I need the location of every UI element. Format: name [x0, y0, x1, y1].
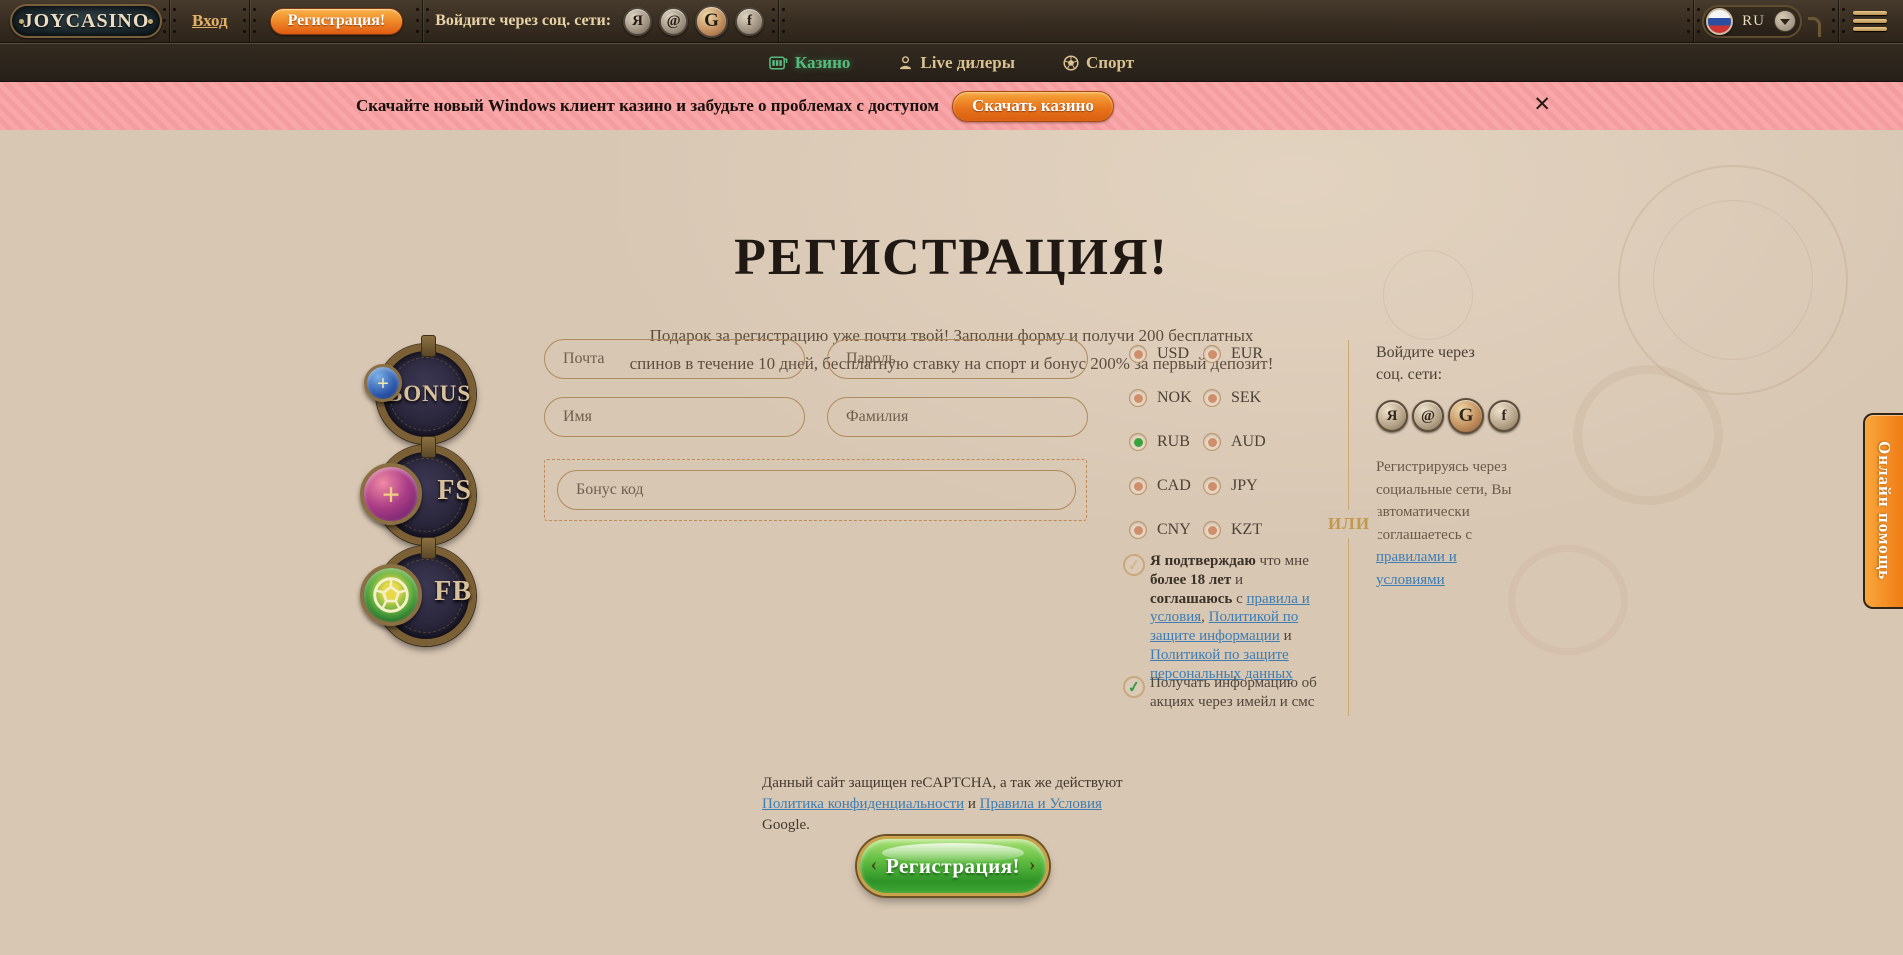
bonus-badges: BONUS + FS + FB	[368, 344, 498, 647]
language-selector[interactable]: RU	[1702, 5, 1802, 38]
soccer-ball-orb	[360, 564, 422, 626]
promo-info-text: Получать информацию об акциях через имей…	[1150, 674, 1318, 712]
mailru-icon[interactable]: @	[1412, 400, 1444, 432]
bonus-code-box	[544, 459, 1087, 521]
radio-jpy[interactable]	[1203, 477, 1221, 495]
privacy-policy-link[interactable]: Политика конфиденциальности	[762, 796, 964, 812]
main-nav: Казино Live дилеры Спорт	[0, 43, 1903, 82]
pipe-decoration	[1808, 17, 1821, 37]
social-login-panel: Войдите через соц. сети: Я @ G f Регистр…	[1376, 342, 1536, 591]
menu-icon[interactable]	[1853, 11, 1887, 31]
download-casino-button[interactable]: Скачать казино	[952, 91, 1114, 122]
register-button[interactable]: Регистрация!	[270, 8, 404, 35]
email-field[interactable]	[544, 339, 805, 379]
currency-option-cny[interactable]: CNY	[1129, 521, 1191, 539]
currency-option-sek[interactable]: SEK	[1203, 389, 1261, 407]
topbar-seam	[1686, 0, 1702, 42]
currency-option-nok[interactable]: NOK	[1129, 389, 1192, 407]
or-label: ИЛИ	[1320, 510, 1378, 538]
tab-live-dealers[interactable]: Live дилеры	[898, 53, 1015, 73]
google-icon[interactable]: G	[695, 5, 728, 38]
radio-nok[interactable]	[1129, 389, 1147, 407]
social-login-prompt: Войдите через соц. сети:	[435, 12, 611, 30]
radio-sek[interactable]	[1203, 389, 1221, 407]
currency-option-eur[interactable]: EUR	[1203, 345, 1263, 363]
tab-casino[interactable]: Казино	[769, 53, 851, 73]
right-arrow-decoration: ›	[1029, 854, 1035, 876]
topbar-seam	[1831, 0, 1847, 42]
left-arrow-decoration: ‹	[871, 854, 877, 876]
radio-cad[interactable]	[1129, 477, 1147, 495]
freebet-badge: FB	[368, 546, 482, 647]
topbar-seam	[771, 0, 787, 42]
dealer-icon	[898, 55, 913, 71]
last-name-field[interactable]	[827, 397, 1088, 437]
radio-usd[interactable]	[1129, 345, 1147, 363]
currency-option-usd[interactable]: USD	[1129, 345, 1189, 363]
bonus-orb-icon: +	[364, 364, 402, 402]
google-terms-link[interactable]: Правила и Условия	[980, 796, 1102, 812]
soccer-ball-icon	[371, 575, 411, 615]
currency-option-kzt[interactable]: KZT	[1203, 521, 1262, 539]
social-panel-note: Регистрируясь через социальные сети, Вы …	[1376, 456, 1526, 591]
online-help-tab[interactable]: Онлайн помощь	[1863, 413, 1903, 609]
slot-machine-icon	[769, 55, 788, 71]
login-link[interactable]: Вход	[192, 11, 228, 31]
top-bar: JOYCASINO Вход Регистрация! Войдите чере…	[0, 0, 1903, 43]
terms-link[interactable]: правилами и условиями	[1376, 549, 1457, 588]
currency-option-rub[interactable]: RUB	[1129, 433, 1190, 451]
close-icon[interactable]: ✕	[1533, 94, 1551, 115]
logo[interactable]: JOYCASINO	[10, 4, 162, 38]
currency-option-aud[interactable]: AUD	[1203, 433, 1266, 451]
topbar-seam	[415, 0, 431, 42]
page-title: РЕГИСТРАЦИЯ!	[0, 228, 1903, 287]
bonus-badge: BONUS +	[368, 344, 482, 445]
radio-aud[interactable]	[1203, 433, 1221, 451]
yandex-icon[interactable]: Я	[623, 7, 652, 36]
download-banner: Скачайте новый Windows клиент казино и з…	[0, 82, 1903, 130]
radio-cny[interactable]	[1129, 521, 1147, 539]
radio-rub-selected[interactable]	[1129, 433, 1147, 451]
facebook-icon[interactable]: f	[1488, 400, 1520, 432]
google-icon[interactable]: G	[1448, 398, 1484, 434]
facebook-icon[interactable]: f	[735, 7, 764, 36]
coffee-stain-decoration	[1573, 365, 1723, 505]
social-panel-title: Войдите через соц. сети:	[1376, 342, 1501, 385]
tab-sport[interactable]: Спорт	[1063, 53, 1134, 73]
submit-registration-button[interactable]: ‹ Регистрация! ›	[857, 836, 1049, 896]
radio-kzt[interactable]	[1203, 521, 1221, 539]
chevron-down-icon[interactable]	[1774, 10, 1796, 32]
banner-message: Скачайте новый Windows клиент казино и з…	[356, 96, 939, 116]
topbar-seam	[162, 0, 178, 42]
first-name-field[interactable]	[544, 397, 805, 437]
freespins-orb-icon: +	[360, 463, 422, 525]
russian-flag-icon	[1706, 8, 1733, 35]
currency-option-jpy[interactable]: JPY	[1203, 477, 1258, 495]
currency-option-cad[interactable]: CAD	[1129, 477, 1191, 495]
yandex-icon[interactable]: Я	[1376, 400, 1408, 432]
language-code: RU	[1742, 13, 1765, 30]
freespins-badge: FS +	[368, 445, 482, 546]
radio-eur[interactable]	[1203, 345, 1221, 363]
soccer-ball-icon	[1063, 55, 1079, 71]
bonus-code-field[interactable]	[557, 470, 1076, 510]
password-field[interactable]	[827, 339, 1088, 379]
age-confirm-text: Я подтверждаю что мне более 18 лет и сог…	[1150, 552, 1318, 683]
mailru-icon[interactable]: @	[659, 7, 688, 36]
recaptcha-note: Данный сайт защищен reCAPTCHA, а так же …	[762, 773, 1144, 836]
topbar-seam	[242, 0, 258, 42]
